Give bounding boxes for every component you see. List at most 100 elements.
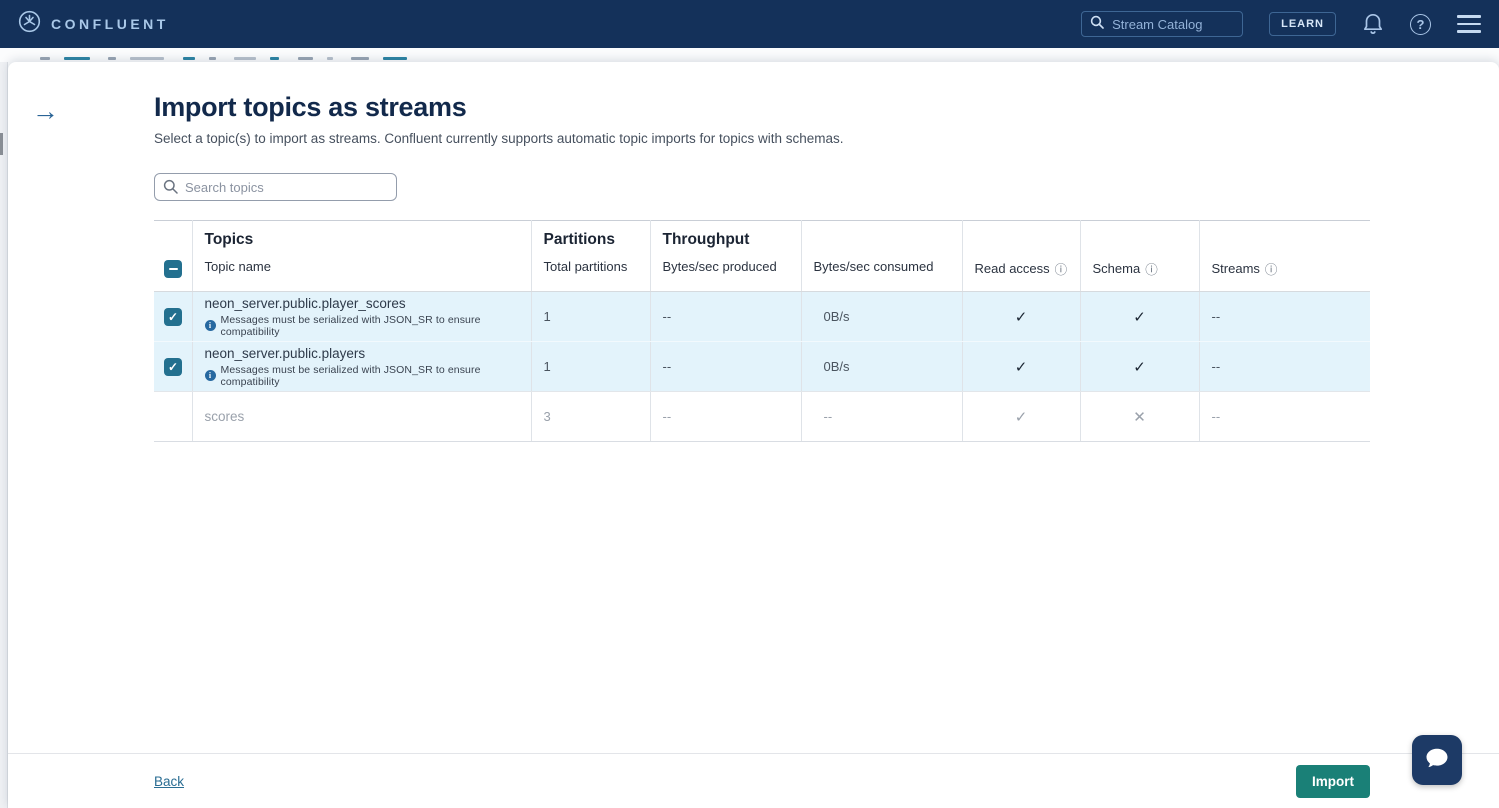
brand-name: CONFLUENT [51, 16, 169, 32]
check-icon: ✓ [1015, 359, 1028, 376]
topics-search [154, 173, 397, 201]
read-access-header: Read access [975, 261, 1050, 276]
info-icon: i [205, 370, 216, 381]
chat-bubble-icon [1423, 745, 1451, 776]
topic-note: i Messages must be serialized with JSON_… [205, 314, 531, 338]
row-checkbox[interactable]: ✓ [164, 308, 182, 326]
topic-name: neon_server.public.players [205, 346, 531, 361]
table-row-players[interactable]: ✓ neon_server.public.players i Messages … [154, 342, 1370, 392]
notifications-button[interactable] [1362, 11, 1384, 38]
consumed-header: Bytes/sec consumed [814, 259, 934, 274]
page-title: Import topics as streams [154, 92, 1499, 123]
partitions-cell: 1 [531, 342, 650, 392]
table-row-scores: scores 3 -- -- ✓ ✕ -- [154, 392, 1370, 442]
chat-widget-button[interactable] [1412, 735, 1462, 785]
stream-catalog-search[interactable] [1081, 11, 1243, 37]
consumed-cell: -- [801, 392, 962, 442]
streams-cell: -- [1199, 342, 1370, 392]
navbar-actions: LEARN ? [1081, 11, 1481, 38]
topic-note: i Messages must be serialized with JSON_… [205, 364, 531, 388]
topics-table: Topics Topic name Partitions Total parti… [154, 220, 1370, 442]
consumed-cell: 0B/s [801, 292, 962, 342]
col-consumed: Bytes/sec consumed [801, 221, 962, 292]
partitions-group-header: Partitions [544, 231, 650, 259]
topics-search-input[interactable] [154, 173, 397, 201]
info-icon: i [205, 320, 216, 331]
col-read-access: Read access ⓘ [962, 221, 1080, 292]
topic-cell: neon_server.public.player_scores i Messa… [192, 292, 531, 342]
left-gutter [0, 62, 8, 808]
throughput-group-header: Throughput [663, 231, 801, 259]
col-schema: Schema ⓘ [1080, 221, 1199, 292]
panel-footer: Back Import [8, 753, 1499, 808]
help-icon: ? [1410, 14, 1431, 35]
check-icon: ✓ [1015, 309, 1028, 326]
row-checkbox-cell: ✓ [154, 342, 192, 392]
col-produced: Throughput Bytes/sec produced [650, 221, 801, 292]
row-checkbox[interactable]: ✓ [164, 358, 182, 376]
info-icon[interactable]: ⓘ [1055, 259, 1068, 278]
select-all-cell [154, 221, 192, 292]
help-button[interactable]: ? [1410, 14, 1431, 35]
read-access-cell: ✓ [962, 342, 1080, 392]
x-icon: ✕ [1133, 409, 1146, 426]
search-icon [163, 179, 178, 199]
edge-tab [0, 133, 3, 155]
hamburger-icon [1457, 15, 1481, 32]
produced-cell: -- [650, 292, 801, 342]
check-icon: ✓ [1015, 409, 1028, 426]
partitions-cell: 3 [531, 392, 650, 442]
topic-name: neon_server.public.player_scores [205, 296, 531, 311]
topic-cell: scores [192, 392, 531, 442]
schema-cell: ✓ [1080, 342, 1199, 392]
col-partitions: Partitions Total partitions [531, 221, 650, 292]
read-access-cell: ✓ [962, 392, 1080, 442]
topic-cell: neon_server.public.players i Messages mu… [192, 342, 531, 392]
schema-cell: ✕ [1080, 392, 1199, 442]
stream-catalog-input[interactable] [1112, 17, 1230, 32]
produced-cell: -- [650, 342, 801, 392]
produced-cell: -- [650, 392, 801, 442]
app-screen: CONFLUENT LEARN [0, 0, 1499, 808]
brand: CONFLUENT [18, 10, 169, 38]
info-icon[interactable]: ⓘ [1265, 259, 1278, 278]
streams-header: Streams [1212, 261, 1260, 276]
learn-button[interactable]: LEARN [1269, 12, 1336, 36]
read-access-cell: ✓ [962, 292, 1080, 342]
info-icon[interactable]: ⓘ [1145, 259, 1158, 278]
row-checkbox-cell [154, 392, 192, 442]
panel-content: Import topics as streams Select a topic(… [154, 92, 1499, 442]
confluent-logo-icon [18, 10, 41, 38]
col-streams: Streams ⓘ [1199, 221, 1370, 292]
bell-icon [1362, 11, 1384, 38]
consumed-cell: 0B/s [801, 342, 962, 392]
back-link[interactable]: Back [154, 774, 184, 789]
streams-cell: -- [1199, 392, 1370, 442]
collapse-panel-button[interactable]: → [32, 98, 59, 124]
top-navbar: CONFLUENT LEARN [0, 0, 1499, 48]
partitions-cell: 1 [531, 292, 650, 342]
schema-header: Schema [1093, 261, 1141, 276]
arrow-right-icon: → [32, 96, 59, 126]
check-icon: ✓ [168, 361, 178, 373]
schema-cell: ✓ [1080, 292, 1199, 342]
table-header-row: Topics Topic name Partitions Total parti… [154, 221, 1370, 292]
check-icon: ✓ [1133, 359, 1146, 376]
check-icon: ✓ [168, 311, 178, 323]
streams-cell: -- [1199, 292, 1370, 342]
topics-group-header: Topics [205, 231, 531, 259]
table-row-player-scores[interactable]: ✓ neon_server.public.player_scores i Mes… [154, 292, 1370, 342]
col-topics: Topics Topic name [192, 221, 531, 292]
indeterminate-icon [169, 268, 178, 270]
check-icon: ✓ [1133, 309, 1146, 326]
row-checkbox-cell: ✓ [154, 292, 192, 342]
search-icon [1090, 15, 1104, 34]
import-button[interactable]: Import [1296, 765, 1370, 798]
menu-button[interactable] [1457, 15, 1481, 32]
topic-name-header: Topic name [205, 259, 271, 274]
import-topics-panel: → Import topics as streams Select a topi… [8, 62, 1499, 808]
topic-name: scores [205, 409, 531, 424]
total-partitions-header: Total partitions [544, 259, 628, 274]
select-all-checkbox[interactable] [164, 260, 182, 278]
breadcrumb [40, 57, 1200, 61]
